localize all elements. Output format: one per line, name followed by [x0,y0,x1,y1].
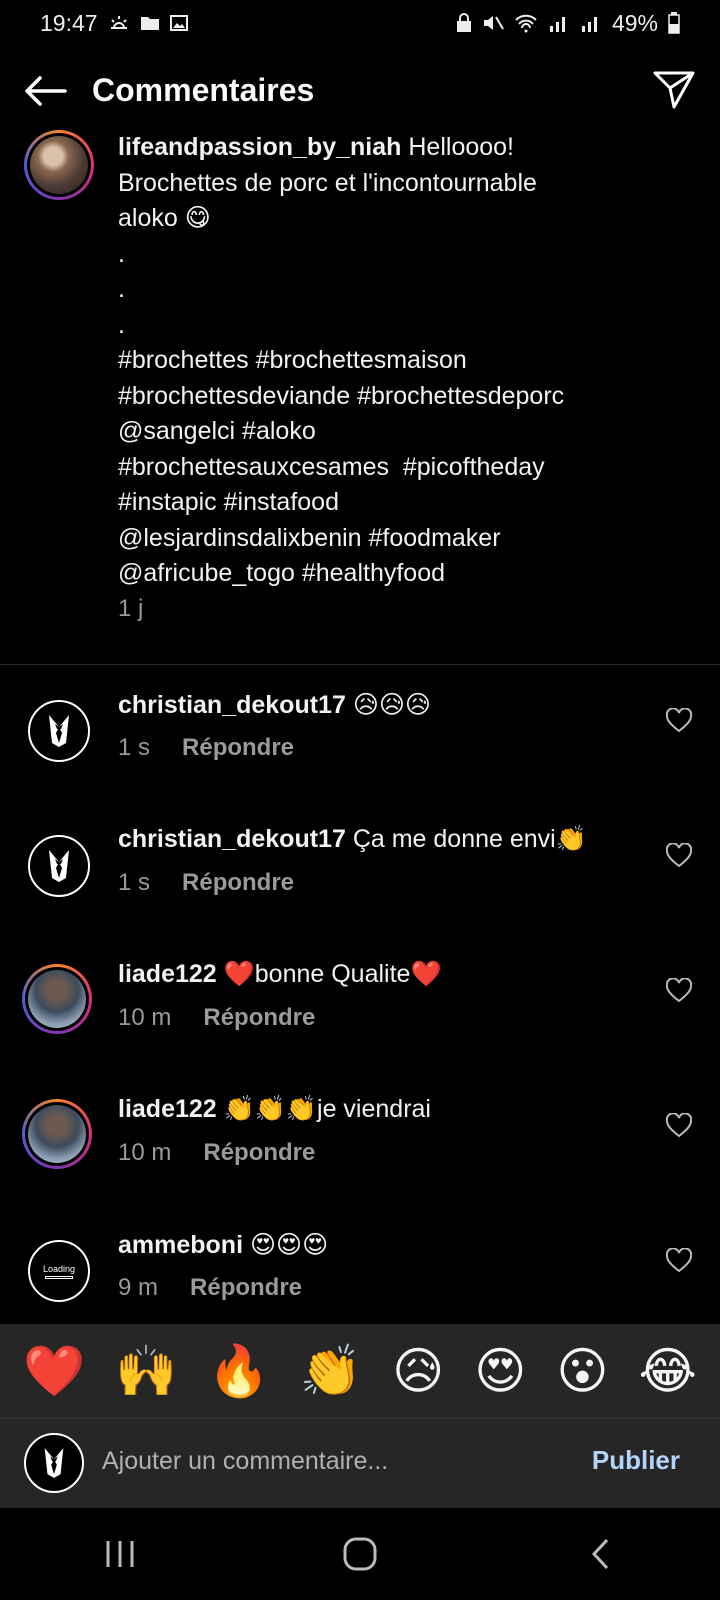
hashtag-line[interactable]: @sangelci #aloko [118,414,698,450]
arrow-left-icon [25,76,67,106]
emoji-raised-hands[interactable]: 🙌 [115,1346,177,1396]
caption-time: 1 j [118,595,144,622]
emoji-heart-eyes[interactable]: 😍 [474,1346,526,1396]
caption-username[interactable]: lifeandpassion_by_niah [118,133,401,161]
home-icon [343,1537,377,1571]
paper-plane-icon [653,71,695,109]
recent-apps-button[interactable] [80,1524,160,1584]
comment-text: Ça me donne envi👏 [352,825,587,853]
reply-button[interactable]: Répondre [190,1274,302,1302]
comment-username[interactable]: liade122 [118,960,217,988]
reply-button[interactable]: Répondre [182,734,294,762]
emoji-fire[interactable]: 🔥 [208,1346,270,1396]
publish-button[interactable]: Publier [592,1445,680,1476]
comment-item: liade122 ❤️bonne Qualite❤️ 10 m Répondre [0,956,720,1086]
lock-icon [456,13,472,33]
hashtag-line[interactable]: #brochettesdeviande #brochettesdeporc [118,379,698,415]
commenter-avatar[interactable] [28,835,90,897]
emoji-clap[interactable]: 👏 [300,1346,362,1396]
home-button[interactable] [320,1524,400,1584]
heart-icon[interactable] [666,978,692,1004]
emoji-laugh[interactable]: 😂 [639,1346,697,1396]
status-bar: 19:47 49% [0,0,720,46]
emoji-heart[interactable]: ❤️ [23,1346,85,1396]
signal-icon [548,14,570,32]
image-icon [169,15,188,31]
comment-text: ❤️bonne Qualite❤️ [223,960,442,988]
emoji-sad[interactable]: 😥 [392,1346,444,1396]
commenter-avatar[interactable] [28,700,90,762]
heart-icon[interactable] [666,708,692,734]
battery-percent: 49% [611,9,658,36]
emoji-reaction-bar: ❤️ 🙌 🔥 👏 😥 😍 😮 😂 [0,1324,720,1418]
hashtag-line[interactable]: #brochettes #brochettesmaison [118,343,698,379]
folder-icon [140,15,160,31]
comment-text: 👏👏👏je viendrai [223,1095,431,1123]
page-title: Commentaires [92,72,315,108]
comment-text: 😍😍😍 [249,1231,329,1259]
author-avatar[interactable] [24,130,94,200]
header: Commentaires [0,60,720,120]
recents-icon [106,1541,134,1567]
battery-icon [668,12,680,34]
status-time: 19:47 [40,9,98,36]
tuxedo-logo-icon [49,715,69,747]
commenter-avatar[interactable] [22,964,92,1034]
comment-item: christian_dekout17 Ça me donne envi👏 1 s… [0,821,720,951]
my-avatar [24,1433,84,1493]
comment-username[interactable]: liade122 [118,1095,217,1123]
hashtag-line[interactable]: @africube_togo #healthyfood [118,556,698,592]
share-button[interactable] [650,66,698,114]
divider [0,664,720,665]
signal-icon-2 [580,14,602,32]
caption-text: lifeandpassion_by_niah Helloooo! Brochet… [118,130,698,592]
reply-button[interactable]: Répondre [203,1004,315,1032]
commenter-avatar[interactable]: Loading [28,1240,90,1302]
chevron-left-icon [591,1538,609,1570]
mute-icon [482,13,504,33]
hashtag-line[interactable]: #brochettesauxcesames #picoftheday [118,450,698,486]
comment-username[interactable]: ammeboni [118,1231,243,1259]
comment-username[interactable]: christian_dekout17 [118,825,346,853]
comment-username[interactable]: christian_dekout17 [118,691,346,719]
reply-button[interactable]: Répondre [182,869,294,897]
wifi-icon [514,13,538,33]
tuxedo-logo-icon [44,1448,64,1478]
back-button[interactable] [22,68,68,114]
comment-time: 10 m [118,1004,172,1031]
reply-button[interactable]: Répondre [203,1139,315,1167]
comment-item: liade122 👏👏👏je viendrai 10 m Répondre [0,1091,720,1221]
emoji-surprised[interactable]: 😮 [556,1346,608,1396]
comment-text: 😥😥😥 [352,691,431,719]
comment-item: christian_dekout17 😥😥😥 1 s Répondre [0,686,720,816]
tuxedo-logo-icon [49,850,69,882]
comment-input-bar: Ajouter un commentaire... Publier [0,1418,720,1508]
heart-icon[interactable] [666,843,692,869]
system-nav-bar [0,1508,720,1600]
back-nav-button[interactable] [560,1524,640,1584]
comment-time: 1 s [118,734,151,761]
heart-icon[interactable] [666,1113,692,1139]
comment-time: 9 m [118,1274,159,1301]
weather-icon [108,14,130,32]
commenter-avatar[interactable] [22,1099,92,1169]
hashtag-line[interactable]: #instapic #instafood [118,485,698,521]
comment-input[interactable]: Ajouter un commentaire... [102,1447,388,1476]
loading-logo: Loading [43,1264,75,1279]
comment-time: 1 s [118,869,151,896]
comment-time: 10 m [118,1139,172,1166]
hashtag-line[interactable]: @lesjardinsdalixbenin #foodmaker [118,521,698,557]
heart-icon[interactable] [666,1248,692,1274]
